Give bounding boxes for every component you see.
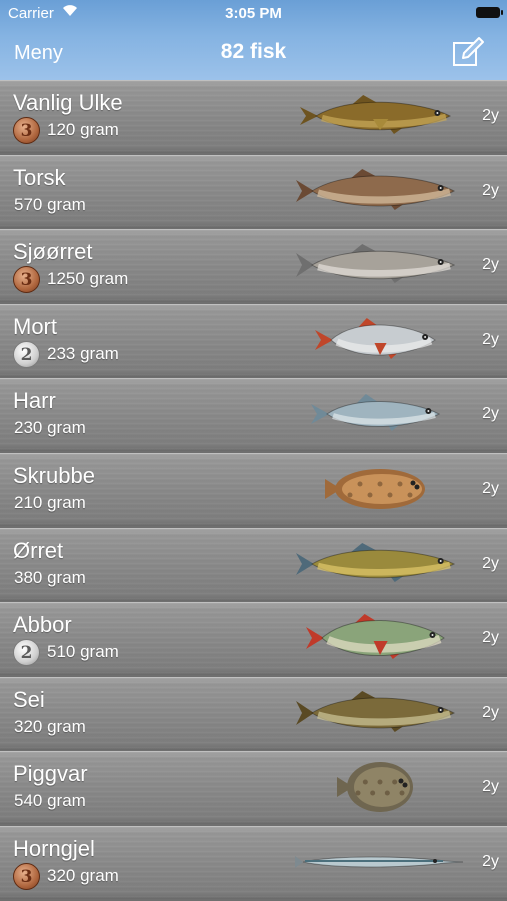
fish-name: Sei — [13, 686, 45, 712]
fish-weight: 320 gram — [14, 716, 86, 736]
silver-medal-icon: 2 — [13, 639, 40, 667]
fish-name: Horngjel — [13, 835, 95, 861]
fish-name: Skrubbe — [13, 462, 95, 488]
fish-weight: 510 gram — [47, 642, 119, 662]
fish-name: Mort — [13, 313, 57, 339]
brown-trout-icon — [296, 542, 456, 582]
fish-name: Vanlig Ulke — [13, 90, 123, 115]
bronze-medal-icon: 3 — [13, 117, 40, 144]
fish-row[interactable]: Ørret 380 gram 2y — [0, 527, 507, 601]
fish-age: 2y — [482, 181, 499, 199]
fish-age: 2y — [482, 405, 499, 423]
fish-row[interactable]: Horngjel 3 320 gram 2y — [0, 825, 507, 899]
fish-weight: 120 gram — [47, 120, 119, 139]
fish-name: Harr — [13, 388, 56, 414]
fish-age: 2y — [482, 554, 499, 572]
page-title: 82 fisk — [220, 40, 287, 63]
fish-name: Ørret — [13, 537, 64, 563]
fish-age: 2y — [482, 629, 499, 647]
fish-age: 2y — [482, 256, 499, 274]
compose-icon[interactable] — [451, 36, 485, 70]
grayling-icon — [311, 394, 441, 432]
fish-row[interactable]: Mort 2 233 gram 2y — [0, 303, 507, 377]
bronze-medal-icon: 3 — [13, 862, 40, 890]
pollock-icon — [296, 690, 456, 732]
fish-weight: 540 gram — [14, 791, 86, 811]
fish-name: Sjøørret — [13, 239, 93, 265]
flounder-icon — [325, 468, 425, 509]
fish-age: 2y — [482, 703, 499, 721]
fish-row[interactable]: Sjøørret 3 1250 gram 2y — [0, 229, 507, 303]
fish-age: 2y — [482, 107, 499, 124]
cod-icon — [296, 168, 456, 210]
turbot-icon — [337, 762, 413, 813]
fish-weight: 210 gram — [14, 492, 86, 512]
bronze-medal-icon: 3 — [13, 266, 40, 294]
fish-name: Abbor — [13, 612, 72, 638]
fish-weight: 233 gram — [47, 343, 119, 363]
fish-row[interactable]: Skrubbe 210 gram 2y — [0, 452, 507, 526]
fish-age: 2y — [482, 479, 499, 497]
fish-age: 2y — [482, 330, 499, 348]
fish-weight: 1250 gram — [47, 269, 129, 289]
roach-icon — [315, 317, 436, 359]
fish-age: 2y — [482, 778, 499, 796]
fish-weight: 320 gram — [47, 865, 119, 885]
fish-row[interactable]: Torsk 570 gram 2y — [0, 154, 507, 228]
garfish-icon — [295, 855, 464, 868]
fish-weight: 570 gram — [14, 194, 86, 214]
sculpin-icon — [300, 95, 452, 134]
fish-name: Torsk — [13, 164, 66, 190]
fish-weight: 230 gram — [14, 418, 86, 438]
battery-icon — [476, 7, 503, 18]
silver-medal-icon: 2 — [13, 340, 40, 368]
fish-list: Vanlig Ulke 3 120 gram 2y Torsk 570 gram 2y Sjø… — [0, 80, 507, 901]
sea-trout-icon — [296, 244, 456, 284]
fish-row[interactable]: Piggvar 540 gram 2y — [0, 751, 507, 825]
fish-weight: 380 gram — [14, 567, 86, 587]
fish-row[interactable]: Abbor 2 510 gram 2y — [0, 602, 507, 676]
fish-age: 2y — [482, 852, 499, 870]
status-time: 3:05 PM — [225, 5, 282, 22]
fish-name: Piggvar — [13, 761, 88, 787]
fish-row[interactable]: Harr 230 gram 2y — [0, 378, 507, 452]
navigation-bar: Carrier 3:05 PM Meny 82 fisk — [0, 0, 507, 80]
status-bar: Carrier 3:05 PM — [0, 0, 507, 28]
fish-row[interactable]: Vanlig Ulke 3 120 gram 2y — [0, 80, 507, 153]
fish-row[interactable]: Sei 320 gram 2y — [0, 676, 507, 750]
perch-icon — [306, 614, 445, 660]
